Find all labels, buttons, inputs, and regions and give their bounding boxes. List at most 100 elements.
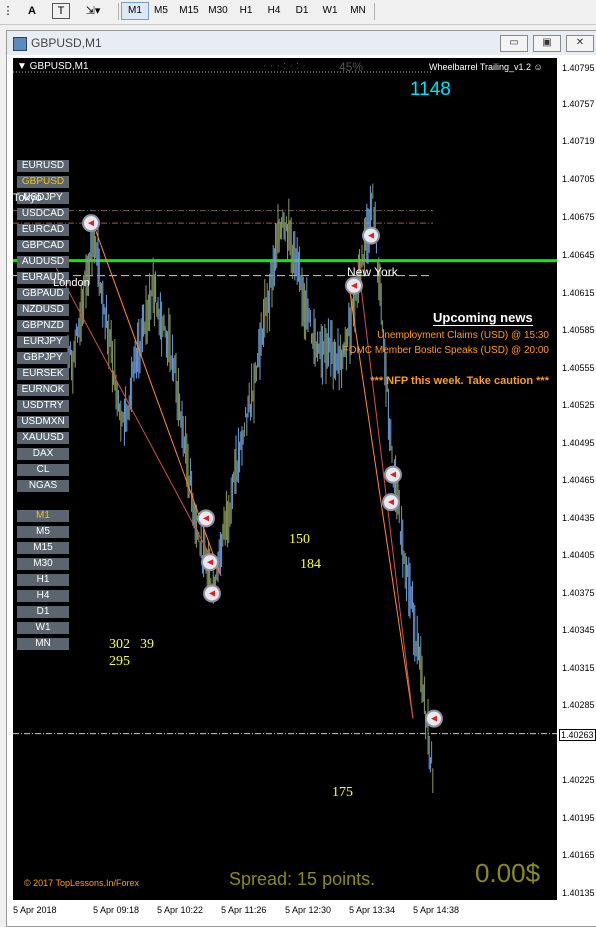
pair-button-usdmxn[interactable]: USDMXN <box>17 416 69 428</box>
progress-dots: · · · : · : · <box>263 60 306 72</box>
price-scale-label: 1.40555 <box>562 363 595 373</box>
timeframe-button-m1[interactable]: M1 <box>17 510 69 522</box>
news-heading: Upcoming news <box>433 310 533 326</box>
pair-button-gbpcad[interactable]: GBPCAD <box>17 240 69 252</box>
toolbar-tf-d1[interactable]: D1 <box>289 2 315 20</box>
timeframe-button-h1[interactable]: H1 <box>17 574 69 586</box>
pair-button-nzdusd[interactable]: NZDUSD <box>17 304 69 316</box>
price-scale-label: 1.40375 <box>562 588 595 598</box>
trendline-red-0 <box>52 261 222 577</box>
news-item-1: Unemployment Claims (USD) @ 15:30 <box>377 330 549 341</box>
session-tokyo-label: Tokyo <box>13 192 42 204</box>
time-scale-label: 5 Apr 09:18 <box>93 905 140 915</box>
price-scale-label: 1.40435 <box>562 513 595 523</box>
pair-button-eurcad[interactable]: EURCAD <box>17 224 69 236</box>
time-scale-label: 5 Apr 2018 <box>13 905 57 915</box>
price-scale-label: 1.40757 <box>562 99 595 109</box>
pair-button-gbpusd[interactable]: GBPUSD <box>17 176 69 188</box>
toolbar-tf-m5[interactable]: M5 <box>148 2 174 20</box>
price-scale-label: 1.40675 <box>562 212 595 222</box>
window-titlebar[interactable]: GBPUSD,M1 ▭ ▣ ✕ <box>7 31 596 55</box>
pair-button-eurjpy[interactable]: EURJPY <box>17 336 69 348</box>
minimize-button[interactable]: ▭ <box>500 35 528 52</box>
time-scale-label: 5 Apr 11:26 <box>221 905 267 915</box>
pair-button-dax[interactable]: DAX <box>17 448 69 460</box>
toolbar-tf-m1[interactable]: M1 <box>121 2 149 20</box>
session-newyork-label: New York <box>347 265 398 279</box>
price-scale-label: 1.40195 <box>562 813 595 823</box>
pair-button-ngas[interactable]: NGAS <box>17 480 69 492</box>
toolbar-grip-icon: ⋮ <box>2 5 14 17</box>
window-title: GBPUSD,M1 <box>31 36 102 50</box>
spread-text: Spread: 15 points. <box>229 869 376 889</box>
price-chart[interactable]: ▼ GBPUSD,M1 · · · : · : · 45% Wheelbarre… <box>13 58 557 900</box>
pair-button-usdcad[interactable]: USDCAD <box>17 208 69 220</box>
price-scale-label: 1.40285 <box>562 700 595 710</box>
timeframe-button-h4[interactable]: H4 <box>17 590 69 602</box>
time-scale-label: 5 Apr 13:34 <box>349 905 396 915</box>
price-scale-label: 1.40165 <box>562 850 595 860</box>
timeframe-button-m30[interactable]: M30 <box>17 558 69 570</box>
timeframe-button-w1[interactable]: W1 <box>17 622 69 634</box>
news-warning: *** NFP this week. Take caution *** <box>370 375 549 387</box>
close-button[interactable]: ✕ <box>566 35 594 52</box>
indicator-name: Wheelbarrel Trailing_v1.2 ☺ <box>429 62 543 72</box>
price-scale-label: 1.40525 <box>562 400 595 410</box>
toolbar-tf-h1[interactable]: H1 <box>233 2 259 20</box>
toolbar-tf-w1[interactable]: W1 <box>317 2 343 20</box>
pair-button-eursek[interactable]: EURSEK <box>17 368 69 380</box>
price-scale[interactable]: 1.40795 1.40757 1.40719 1.40705 1.40675 1.406… <box>557 58 596 900</box>
price-scale-label: 1.40795 <box>562 63 595 73</box>
price-scale-label: 1.40315 <box>562 663 595 673</box>
timeframe-button-m5[interactable]: M5 <box>17 526 69 538</box>
symbol-timeframe-label: ▼ GBPUSD,M1 <box>17 61 89 72</box>
time-scale-label: 5 Apr 14:38 <box>413 905 460 915</box>
price-scale-label: 1.40615 <box>562 288 595 298</box>
text-tool-button[interactable]: A <box>24 2 40 20</box>
pair-button-usdtry[interactable]: USDTRY <box>17 400 69 412</box>
time-scale[interactable]: 5 Apr 2018 5 Apr 09:18 5 Apr 10:22 5 Apr 11… <box>13 900 557 925</box>
pair-button-gbpjpy[interactable]: GBPJPY <box>17 352 69 364</box>
price-scale-label: 1.40225 <box>562 775 595 785</box>
price-scale-label: 1.40465 <box>562 475 595 485</box>
profit-text: 0.00$ <box>475 858 541 888</box>
toolbar-tf-m15[interactable]: M15 <box>176 2 202 20</box>
timeframe-button-m15[interactable]: M15 <box>17 542 69 554</box>
stat-184: 184 <box>300 557 321 572</box>
chart-window-icon <box>13 37 27 51</box>
session-london-label: London <box>53 277 90 289</box>
toolbar-tf-mn[interactable]: MN <box>345 2 371 20</box>
time-scale-label: 5 Apr 10:22 <box>157 905 204 915</box>
price-scale-label: 1.40135 <box>562 888 595 898</box>
stat-175: 175 <box>332 785 353 800</box>
text-label-tool-button[interactable]: T <box>52 3 70 19</box>
stat-295: 295 <box>109 654 130 669</box>
pair-button-audusd[interactable]: AUDUSD <box>17 256 69 268</box>
toolbar-tf-m30[interactable]: M30 <box>205 2 231 20</box>
pair-button-gbpnzd[interactable]: GBPNZD <box>17 320 69 332</box>
main-toolbar: ⋮ A T ⇲▾ M1 M5 M15 M30 H1 H4 D1 W1 MN <box>0 0 596 25</box>
toolbar-tf-h4[interactable]: H4 <box>261 2 287 20</box>
pair-button-gbpaud[interactable]: GBPAUD <box>17 288 69 300</box>
pair-button-cl[interactable]: CL <box>17 464 69 476</box>
counter-value: 1148 <box>410 79 451 100</box>
timeframe-button-d1[interactable]: D1 <box>17 606 69 618</box>
toolbar-separator <box>374 3 375 20</box>
pair-button-xauusd[interactable]: XAUUSD <box>17 432 69 444</box>
restore-button[interactable]: ▣ <box>533 35 561 52</box>
toolbar-separator <box>118 3 119 20</box>
price-scale-label: 1.40585 <box>562 325 595 335</box>
arrows-tool-icon[interactable]: ⇲▾ <box>80 2 106 20</box>
stat-39: 39 <box>140 637 154 652</box>
copyright-text: © 2017 TopLessons.In/Forex <box>24 878 140 888</box>
price-scale-label: 1.40645 <box>562 250 595 260</box>
pair-button-eurnok[interactable]: EURNOK <box>17 384 69 396</box>
progress-label: 45% <box>339 60 364 74</box>
news-item-2: FOMC Member Bostic Speaks (USD) @ 20:00 <box>342 345 549 356</box>
price-scale-label: 1.40405 <box>562 550 595 560</box>
timeframe-button-mn[interactable]: MN <box>17 638 69 650</box>
price-scale-label: 1.40263 <box>559 729 596 741</box>
stat-150: 150 <box>289 532 310 547</box>
pair-button-eurusd[interactable]: EURUSD <box>17 160 69 172</box>
stat-302: 302 <box>109 637 130 652</box>
